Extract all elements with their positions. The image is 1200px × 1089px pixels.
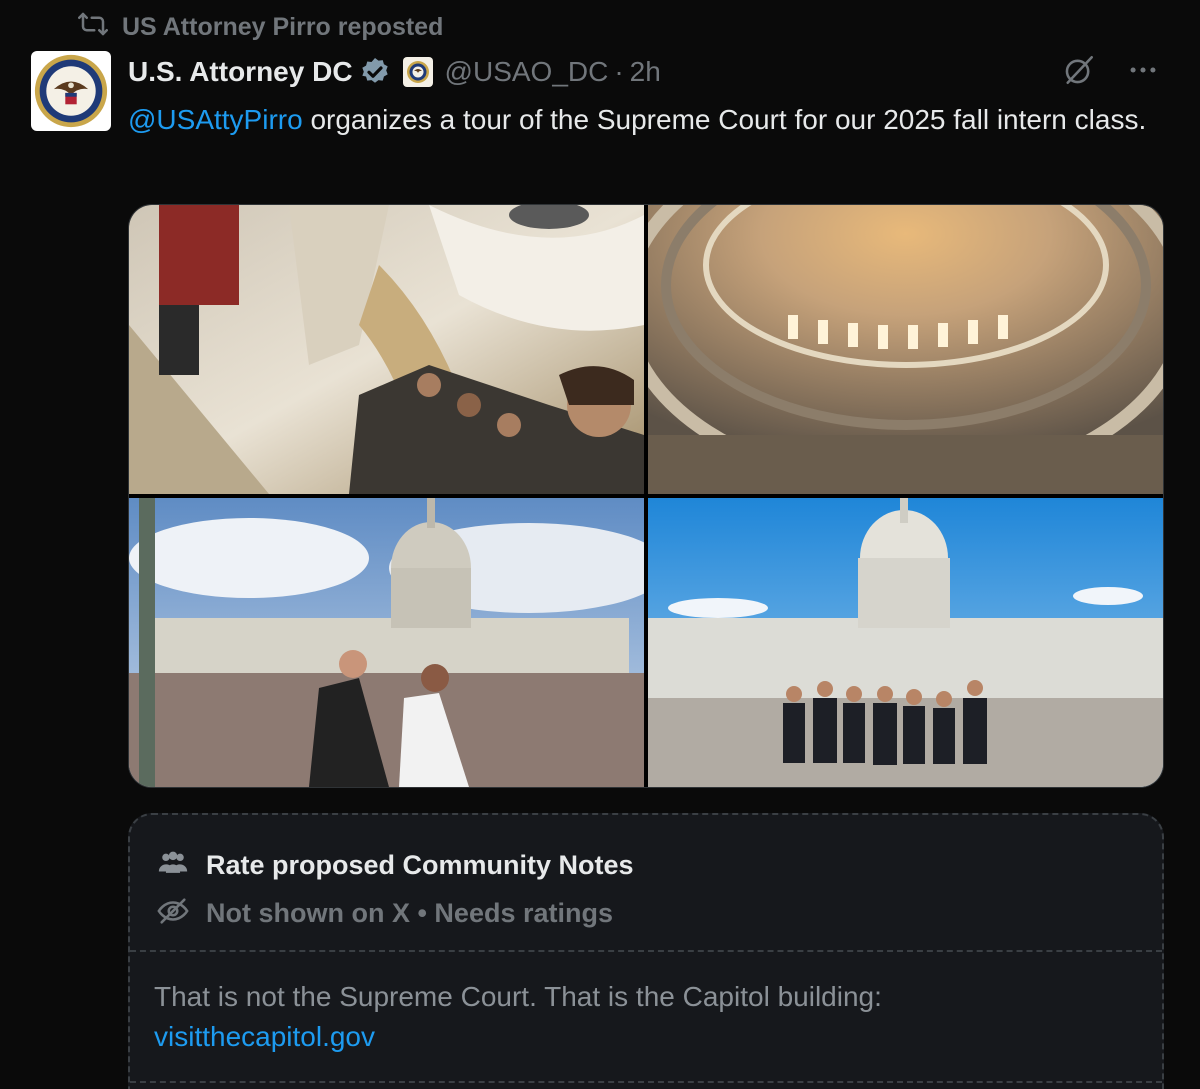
post-header: U.S. Attorney DC @USAO_DC · 2h [128, 52, 1160, 92]
header-actions [1062, 53, 1160, 92]
community-notes-title[interactable]: Rate proposed Community Notes [206, 850, 634, 881]
community-notes-status: Not shown on X • Needs ratings [206, 897, 613, 928]
photo-capitol-hallway[interactable] [129, 205, 644, 494]
tweet-page: US Attorney Pirro reposted U.S. Attorney… [0, 0, 1200, 1089]
community-note-body: That is not the Supreme Court. That is t… [154, 977, 1138, 1057]
display-name[interactable]: U.S. Attorney DC [128, 56, 353, 88]
community-note-text: That is not the Supreme Court. That is t… [154, 981, 882, 1012]
community-notes-status-row: Not shown on X • Needs ratings [156, 889, 1136, 937]
separator-dot: · [614, 56, 624, 87]
repost-indicator[interactable]: US Attorney Pirro reposted [78, 10, 443, 44]
people-icon [156, 846, 190, 885]
tweet-body: organizes a tour of the Supreme Court fo… [302, 104, 1147, 135]
timestamp[interactable]: 2h [630, 56, 661, 88]
media-grid [128, 204, 1164, 788]
community-notes-title-row: Rate proposed Community Notes [156, 841, 1136, 889]
notes-divider [130, 950, 1162, 952]
photo-capitol-rotunda[interactable] [648, 205, 1163, 494]
mention-link[interactable]: @USAttyPirro [128, 104, 303, 135]
notes-divider-bottom [130, 1081, 1162, 1083]
repost-icon [78, 9, 108, 46]
grok-icon[interactable] [1062, 53, 1096, 92]
more-options-icon[interactable] [1126, 53, 1160, 92]
affiliation-badge-icon[interactable] [402, 57, 433, 87]
community-notes-card[interactable]: Rate proposed Community Notes Not shown … [128, 813, 1164, 1089]
avatar[interactable] [31, 51, 111, 131]
photo-capitol-exterior-group[interactable] [648, 498, 1163, 787]
tweet-text: @USAttyPirro organizes a tour of the Sup… [128, 100, 1168, 140]
handle[interactable]: @USAO_DC [445, 56, 609, 88]
repost-label: US Attorney Pirro reposted [122, 12, 444, 41]
community-note-link[interactable]: visitthecapitol.gov [154, 1017, 1138, 1057]
verified-badge-icon[interactable] [359, 56, 391, 88]
photo-capitol-exterior-two-women[interactable] [129, 498, 644, 787]
hidden-eye-icon [156, 894, 190, 933]
doj-seal-icon [34, 54, 108, 128]
community-notes-header: Rate proposed Community Notes Not shown … [130, 815, 1162, 937]
